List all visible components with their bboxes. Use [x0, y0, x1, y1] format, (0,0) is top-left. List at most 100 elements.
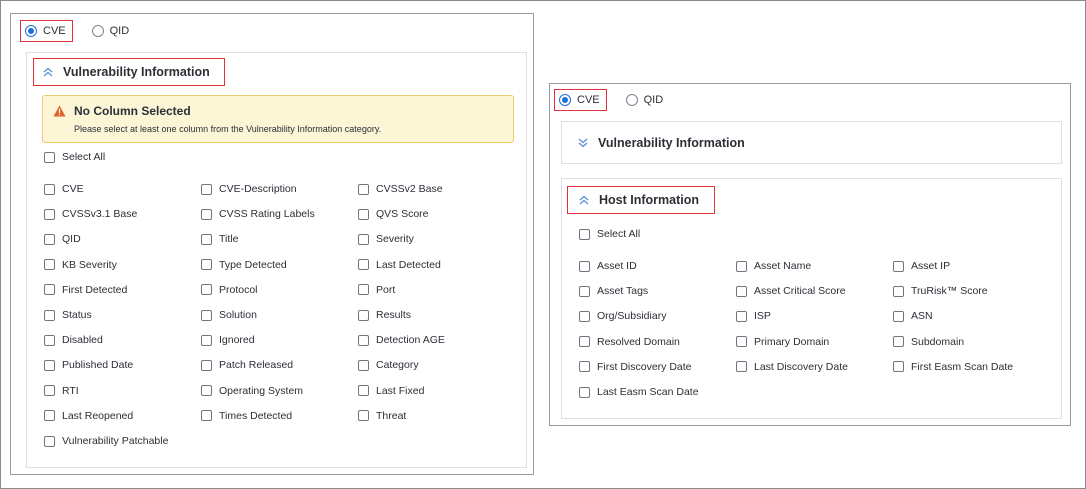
- column-checkbox[interactable]: [358, 208, 369, 220]
- column-option[interactable]: Last Reopened: [44, 409, 133, 423]
- column-option[interactable]: Port: [358, 283, 395, 297]
- column-checkbox[interactable]: [44, 259, 55, 271]
- column-checkbox[interactable]: [358, 359, 369, 371]
- column-option[interactable]: Operating System: [201, 384, 303, 398]
- column-checkbox[interactable]: [893, 310, 904, 322]
- column-checkbox[interactable]: [736, 336, 747, 348]
- column-checkbox[interactable]: [44, 208, 55, 220]
- column-option[interactable]: Detection AGE: [358, 333, 445, 347]
- column-checkbox[interactable]: [358, 385, 369, 397]
- column-option[interactable]: Asset Name: [736, 259, 811, 273]
- column-checkbox[interactable]: [44, 435, 55, 447]
- column-checkbox[interactable]: [579, 285, 590, 297]
- column-option[interactable]: Title: [201, 232, 238, 246]
- column-checkbox[interactable]: [736, 260, 747, 272]
- column-option[interactable]: Threat: [358, 409, 406, 423]
- select-all-checkbox[interactable]: [44, 151, 55, 163]
- column-checkbox[interactable]: [44, 284, 55, 296]
- column-checkbox[interactable]: [579, 336, 590, 348]
- column-checkbox[interactable]: [579, 361, 590, 373]
- column-checkbox[interactable]: [893, 260, 904, 272]
- column-checkbox[interactable]: [358, 309, 369, 321]
- select-all-option[interactable]: Select All: [44, 150, 105, 164]
- column-option[interactable]: ASN: [893, 309, 933, 323]
- column-checkbox[interactable]: [358, 259, 369, 271]
- column-option[interactable]: Subdomain: [893, 335, 964, 349]
- column-option[interactable]: Last Detected: [358, 258, 441, 272]
- host-information-header[interactable]: Host Information: [567, 186, 715, 214]
- radio-button-cve[interactable]: [559, 94, 571, 106]
- column-checkbox[interactable]: [579, 310, 590, 322]
- column-option[interactable]: CVSSv2 Base: [358, 182, 443, 196]
- column-option[interactable]: First Discovery Date: [579, 360, 692, 374]
- column-option[interactable]: Times Detected: [201, 409, 292, 423]
- column-checkbox[interactable]: [201, 309, 212, 321]
- column-option[interactable]: TruRisk™ Score: [893, 284, 988, 298]
- column-checkbox[interactable]: [201, 334, 212, 346]
- column-option[interactable]: Protocol: [201, 283, 258, 297]
- column-option[interactable]: Asset ID: [579, 259, 637, 273]
- column-option[interactable]: ISP: [736, 309, 771, 323]
- column-option[interactable]: CVE: [44, 182, 84, 196]
- column-option[interactable]: Last Discovery Date: [736, 360, 848, 374]
- column-option[interactable]: Published Date: [44, 358, 133, 372]
- column-option[interactable]: Asset Tags: [579, 284, 648, 298]
- column-checkbox[interactable]: [44, 359, 55, 371]
- column-checkbox[interactable]: [201, 385, 212, 397]
- column-option[interactable]: Last Easm Scan Date: [579, 385, 699, 399]
- column-option[interactable]: First Easm Scan Date: [893, 360, 1013, 374]
- column-option[interactable]: Patch Released: [201, 358, 293, 372]
- column-checkbox[interactable]: [358, 284, 369, 296]
- radio-option-cve[interactable]: CVE: [20, 20, 73, 42]
- column-option[interactable]: Type Detected: [201, 258, 287, 272]
- radio-option-qid[interactable]: QID: [91, 21, 129, 41]
- column-checkbox[interactable]: [358, 233, 369, 245]
- column-checkbox[interactable]: [44, 233, 55, 245]
- column-option[interactable]: QVS Score: [358, 207, 429, 221]
- column-option[interactable]: Status: [44, 308, 92, 322]
- column-option[interactable]: Asset IP: [893, 259, 950, 273]
- column-checkbox[interactable]: [201, 410, 212, 422]
- column-option[interactable]: Org/Subsidiary: [579, 309, 666, 323]
- column-option[interactable]: Primary Domain: [736, 335, 829, 349]
- column-checkbox[interactable]: [579, 260, 590, 272]
- column-option[interactable]: Solution: [201, 308, 257, 322]
- column-checkbox[interactable]: [201, 284, 212, 296]
- column-option[interactable]: CVE-Description: [201, 182, 297, 196]
- column-option[interactable]: Resolved Domain: [579, 335, 680, 349]
- column-option[interactable]: RTI: [44, 384, 79, 398]
- column-option[interactable]: CVSSv3.1 Base: [44, 207, 137, 221]
- column-option[interactable]: Ignored: [201, 333, 255, 347]
- column-checkbox[interactable]: [201, 183, 212, 195]
- column-option[interactable]: QID: [44, 232, 81, 246]
- column-option[interactable]: First Detected: [44, 283, 127, 297]
- column-checkbox[interactable]: [201, 208, 212, 220]
- radio-button-qid[interactable]: [625, 94, 638, 106]
- column-checkbox[interactable]: [44, 334, 55, 346]
- column-option[interactable]: KB Severity: [44, 258, 117, 272]
- column-checkbox[interactable]: [201, 359, 212, 371]
- column-option[interactable]: CVSS Rating Labels: [201, 207, 315, 221]
- column-option[interactable]: Category: [358, 358, 419, 372]
- radio-option-cve[interactable]: CVE: [554, 89, 607, 111]
- column-checkbox[interactable]: [358, 183, 369, 195]
- column-checkbox[interactable]: [893, 336, 904, 348]
- select-all-checkbox[interactable]: [579, 228, 590, 240]
- column-checkbox[interactable]: [201, 259, 212, 271]
- column-option[interactable]: Severity: [358, 232, 414, 246]
- select-all-option[interactable]: Select All: [579, 227, 640, 241]
- vulnerability-information-header[interactable]: Vulnerability Information: [576, 131, 745, 155]
- radio-button-cve[interactable]: [25, 25, 37, 37]
- column-checkbox[interactable]: [736, 310, 747, 322]
- column-checkbox[interactable]: [44, 183, 55, 195]
- column-checkbox[interactable]: [44, 385, 55, 397]
- column-checkbox[interactable]: [736, 361, 747, 373]
- column-option[interactable]: Last Fixed: [358, 384, 424, 398]
- column-option[interactable]: Asset Critical Score: [736, 284, 846, 298]
- column-option[interactable]: Results: [358, 308, 411, 322]
- column-checkbox[interactable]: [201, 233, 212, 245]
- column-checkbox[interactable]: [358, 334, 369, 346]
- column-checkbox[interactable]: [893, 285, 904, 297]
- radio-option-qid[interactable]: QID: [625, 90, 663, 110]
- column-checkbox[interactable]: [358, 410, 369, 422]
